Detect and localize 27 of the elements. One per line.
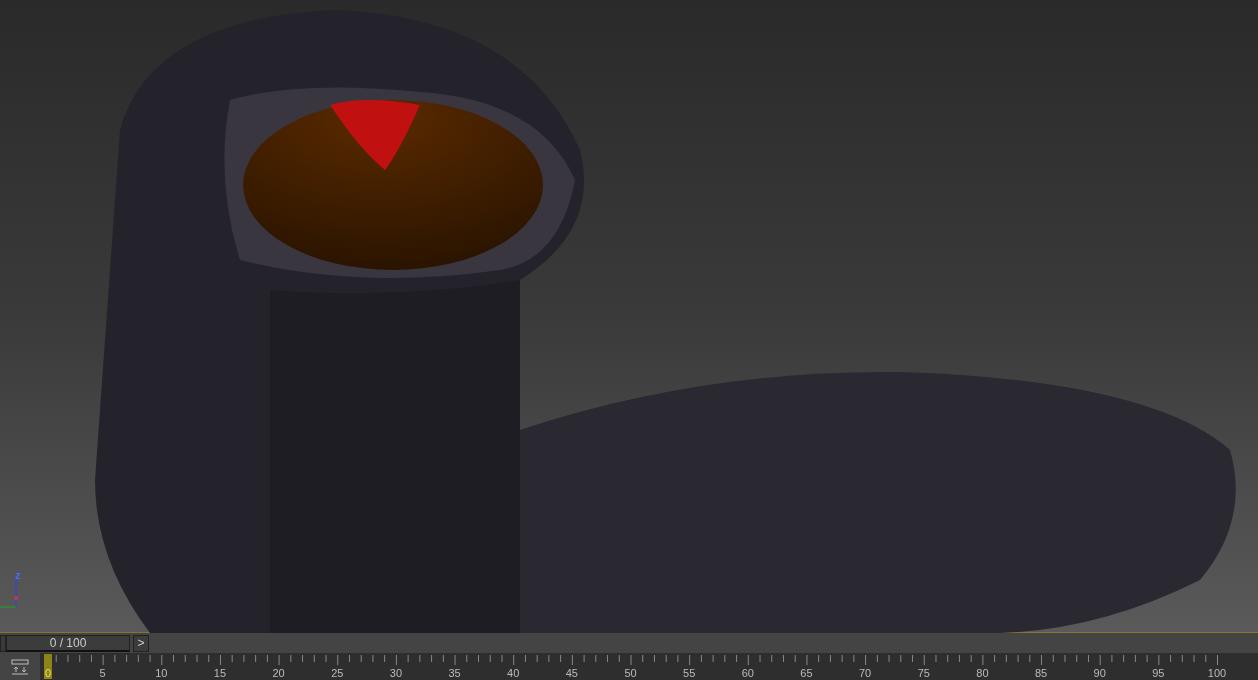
frame-number: 65 [800, 667, 813, 679]
frame-number: 70 [858, 667, 872, 679]
frame-number: 25 [331, 667, 344, 679]
frame-number: 85 [1034, 667, 1048, 679]
axis-label: z [15, 570, 21, 581]
frame-number: 10 [155, 667, 168, 679]
frame-number: 40 [507, 667, 520, 679]
frame-number: 20 [272, 667, 285, 679]
frame-number: 90 [1093, 667, 1106, 679]
frame-number: 60 [741, 667, 754, 679]
frame-counter: 0 / 100 [49, 634, 87, 652]
frame-number: 50 [624, 667, 637, 679]
frame-number: 95 [1152, 667, 1165, 679]
next-frame-button[interactable]: > [133, 634, 149, 652]
frame-number: 75 [917, 667, 930, 679]
frame-number: 30 [389, 667, 402, 679]
key-filter-icon[interactable] [10, 658, 30, 675]
frame-number: 15 [213, 667, 227, 679]
frame-number: 35 [448, 667, 461, 679]
frame-number: 55 [683, 667, 696, 679]
axis-label: x [14, 593, 19, 602]
axis-gizmo-icon [0, 577, 17, 608]
frame-number: 5 [99, 667, 106, 679]
frame-number: 45 [565, 667, 578, 679]
time-slider-thumb[interactable]: 0 / 100 [6, 634, 130, 652]
frame-number: 100 [1207, 667, 1227, 679]
frame-number: 80 [976, 667, 989, 679]
